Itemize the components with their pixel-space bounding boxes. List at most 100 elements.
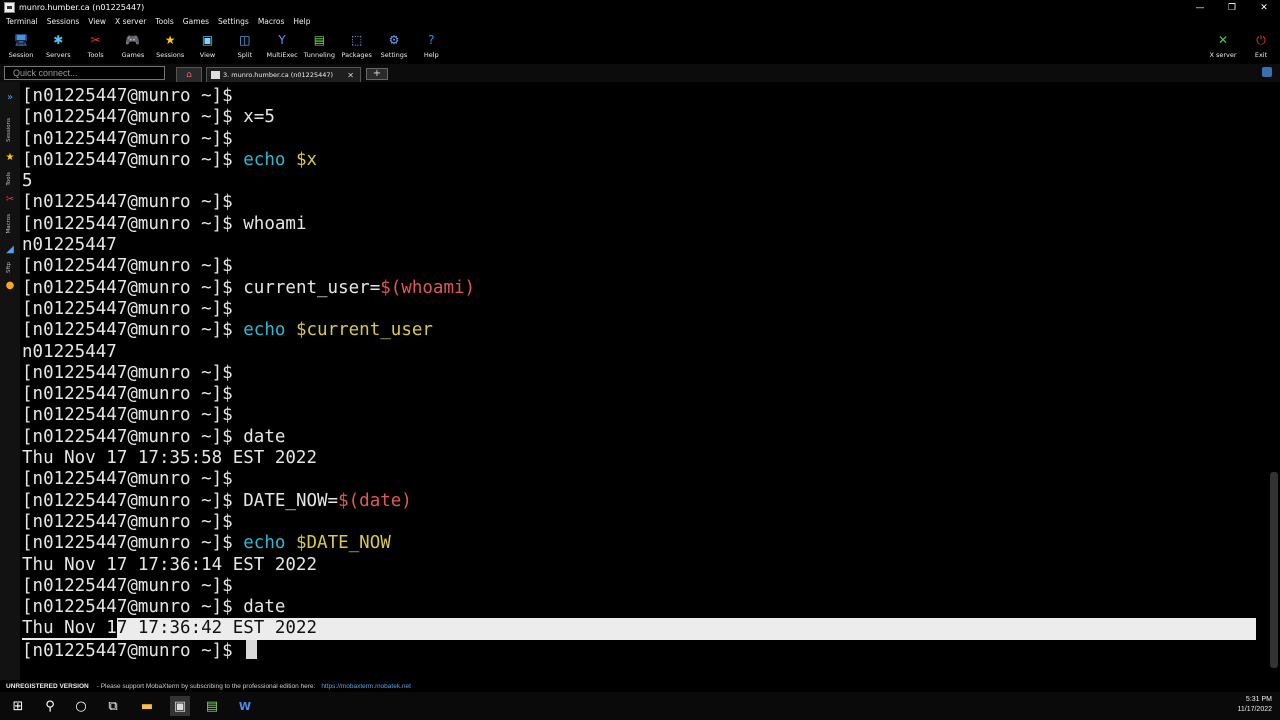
output-text: n01225447 bbox=[22, 341, 117, 362]
terminal-icon bbox=[211, 71, 220, 79]
menu-item-help[interactable]: Help bbox=[293, 17, 310, 26]
toolbar-label: Tunneling bbox=[303, 51, 335, 59]
terminal-output[interactable]: [n01225447@munro ~]$ [n01225447@munro ~]… bbox=[20, 82, 1268, 680]
support-message: - Please support MobaXterm by subscribin… bbox=[96, 682, 316, 690]
packages-icon: ⬚ bbox=[351, 33, 363, 47]
new-tab-button[interactable]: + bbox=[366, 68, 388, 80]
home-icon: ⌂ bbox=[186, 70, 192, 80]
file-explorer-icon[interactable]: ▬ bbox=[137, 696, 157, 716]
terminal-scrollbar[interactable] bbox=[1268, 82, 1280, 680]
toolbar-view-button[interactable]: ▣ View bbox=[189, 30, 227, 62]
command-argument: $DATE_NOW bbox=[295, 533, 391, 554]
close-button[interactable]: ✕ bbox=[1248, 0, 1280, 15]
tab-row: Quick connect... ⌂ 3. munro.humber.ca (n… bbox=[0, 64, 1280, 82]
toolbar-x-server-button[interactable]: ✕ X server bbox=[1204, 30, 1242, 62]
output-line: n01225447 bbox=[22, 235, 1258, 256]
task-view-icon[interactable]: ⧉ bbox=[103, 696, 123, 716]
command-text: current_user= bbox=[243, 277, 381, 298]
expand-chevron-icon[interactable]: » bbox=[4, 92, 16, 104]
toolbar-tunneling-button[interactable]: ▤ Tunneling bbox=[300, 30, 338, 62]
home-tab[interactable]: ⌂ bbox=[176, 67, 202, 82]
shell-prompt: [n01225447@munro ~]$ bbox=[22, 469, 244, 490]
menu-item-view[interactable]: View bbox=[88, 17, 106, 26]
output-line: Thu Nov 17 17:36:14 EST 2022 bbox=[22, 555, 1258, 576]
tools-icon: ✂ bbox=[5, 194, 15, 205]
star-icon: ★ bbox=[5, 152, 15, 163]
command-text: date bbox=[243, 426, 286, 447]
menu-item-macros[interactable]: Macros bbox=[258, 17, 285, 26]
toolbar-tools-button[interactable]: ✂ Tools bbox=[77, 30, 115, 62]
power-icon: ⏻ bbox=[1256, 33, 1266, 47]
toolbar-session-button[interactable]: 🖥 Session bbox=[2, 30, 40, 62]
toolbar-servers-button[interactable]: ✱ Servers bbox=[39, 30, 77, 62]
search-icon[interactable]: ⚲ bbox=[40, 696, 60, 716]
shell-prompt: [n01225447@munro ~]$ bbox=[22, 426, 244, 447]
mobaxterm-taskbar-icon[interactable]: ▣ bbox=[170, 696, 190, 716]
mobaxterm-link[interactable]: https://mobaxterm.mobatek.net bbox=[321, 683, 411, 690]
word-icon[interactable]: W bbox=[235, 696, 255, 716]
cortana-icon[interactable]: ○ bbox=[71, 696, 91, 716]
toolbar-multiexec-button[interactable]: Y MultiExec bbox=[263, 30, 301, 62]
command-argument bbox=[285, 320, 296, 340]
view-icon: ▣ bbox=[201, 33, 214, 47]
command-text: echo bbox=[243, 533, 286, 554]
terminal-line: [n01225447@munro ~]$ whoami bbox=[22, 214, 1258, 235]
sidebar-tab-tools[interactable]: Tools bbox=[6, 172, 12, 186]
xserver-icon: ✕ bbox=[1217, 33, 1229, 47]
toolbar-label: Packages bbox=[341, 51, 372, 59]
toolbar-label: Games bbox=[121, 51, 145, 59]
star-icon: ★ bbox=[164, 33, 176, 47]
menu-item-terminal[interactable]: Terminal bbox=[6, 17, 38, 26]
notepad-icon[interactable]: ▤ bbox=[202, 696, 222, 716]
toolbar-label: Tools bbox=[87, 51, 104, 59]
toolbar-sessions-button[interactable]: ★ Sessions bbox=[151, 30, 189, 62]
clock-date: 11/17/2022 bbox=[1237, 706, 1272, 713]
command-text: date bbox=[243, 597, 286, 618]
toolbar-games-button[interactable]: 🎮 Games bbox=[114, 30, 152, 62]
shell-prompt: [n01225447@munro ~]$ bbox=[22, 277, 244, 298]
terminal-line: [n01225447@munro ~]$ bbox=[22, 405, 1258, 426]
shell-prompt: [n01225447@munro ~]$ bbox=[22, 213, 244, 234]
shell-prompt: [n01225447@munro ~]$ bbox=[22, 149, 244, 170]
shell-prompt: [n01225447@munro ~]$ bbox=[22, 192, 244, 213]
command-text: whoami bbox=[243, 213, 307, 234]
windows-start-icon[interactable]: ⊞ bbox=[8, 696, 28, 716]
active-prompt-line: [n01225447@munro ~]$ bbox=[22, 639, 1258, 661]
menu-item-games[interactable]: Games bbox=[183, 17, 209, 26]
close-tab-icon[interactable]: ✕ bbox=[347, 71, 354, 80]
terminal-tab[interactable]: 3. munro.humber.ca (n01225447) ✕ bbox=[206, 67, 361, 82]
toolbar-label: Help bbox=[423, 51, 439, 59]
sidebar-tab-macros[interactable]: Macros bbox=[6, 214, 12, 234]
output-line: Thu Nov 17 17:35:58 EST 2022 bbox=[22, 448, 1258, 469]
network-icon[interactable] bbox=[1262, 67, 1272, 77]
menu-item-sessions[interactable]: Sessions bbox=[47, 17, 80, 26]
toolbar-help-button[interactable]: ? Help bbox=[412, 30, 450, 62]
toolbar-packages-button[interactable]: ⬚ Packages bbox=[338, 30, 376, 62]
terminal-tab-label: 3. munro.humber.ca (n01225447) bbox=[223, 71, 334, 79]
menu-item-settings[interactable]: Settings bbox=[218, 17, 249, 26]
quick-connect-input[interactable]: Quick connect... bbox=[4, 66, 165, 80]
toolbar-label: MultiExec bbox=[266, 51, 298, 59]
toolbar-split-button[interactable]: ◫ Split bbox=[226, 30, 264, 62]
scrollbar-thumb[interactable] bbox=[1270, 472, 1278, 668]
sidebar-tab-sftp[interactable]: Sftp bbox=[6, 262, 12, 273]
toolbar-settings-button[interactable]: ⚙ Settings bbox=[375, 30, 413, 62]
menu-item-tools[interactable]: Tools bbox=[155, 17, 173, 26]
toolbar-exit-button[interactable]: ⏻ Exit bbox=[1242, 30, 1280, 62]
menu-item-x-server[interactable]: X server bbox=[115, 17, 146, 26]
side-panel: » Sessions ★ Tools ✂ Macros ◢ Sftp ● bbox=[0, 82, 20, 680]
toolbar-label: View bbox=[199, 51, 216, 59]
tools-icon: ✂ bbox=[90, 33, 101, 47]
sidebar-tab-sessions[interactable]: Sessions bbox=[6, 118, 12, 142]
toolbar-label: Sessions bbox=[156, 51, 185, 59]
toolbar-label: Servers bbox=[45, 51, 71, 59]
terminal-line: [n01225447@munro ~]$ bbox=[22, 256, 1258, 277]
maximize-button[interactable]: ❐ bbox=[1216, 0, 1248, 15]
games-icon: 🎮 bbox=[125, 33, 141, 47]
system-clock[interactable]: 5:31 PM 11/17/2022 bbox=[1237, 695, 1272, 715]
minimize-button[interactable]: — bbox=[1184, 0, 1216, 15]
output-text: 5 bbox=[22, 171, 33, 192]
output-text-unselected: Thu Nov 1 bbox=[22, 618, 117, 639]
terminal-line: [n01225447@munro ~]$ bbox=[22, 86, 1258, 107]
command-argument: $current_user bbox=[295, 320, 433, 341]
